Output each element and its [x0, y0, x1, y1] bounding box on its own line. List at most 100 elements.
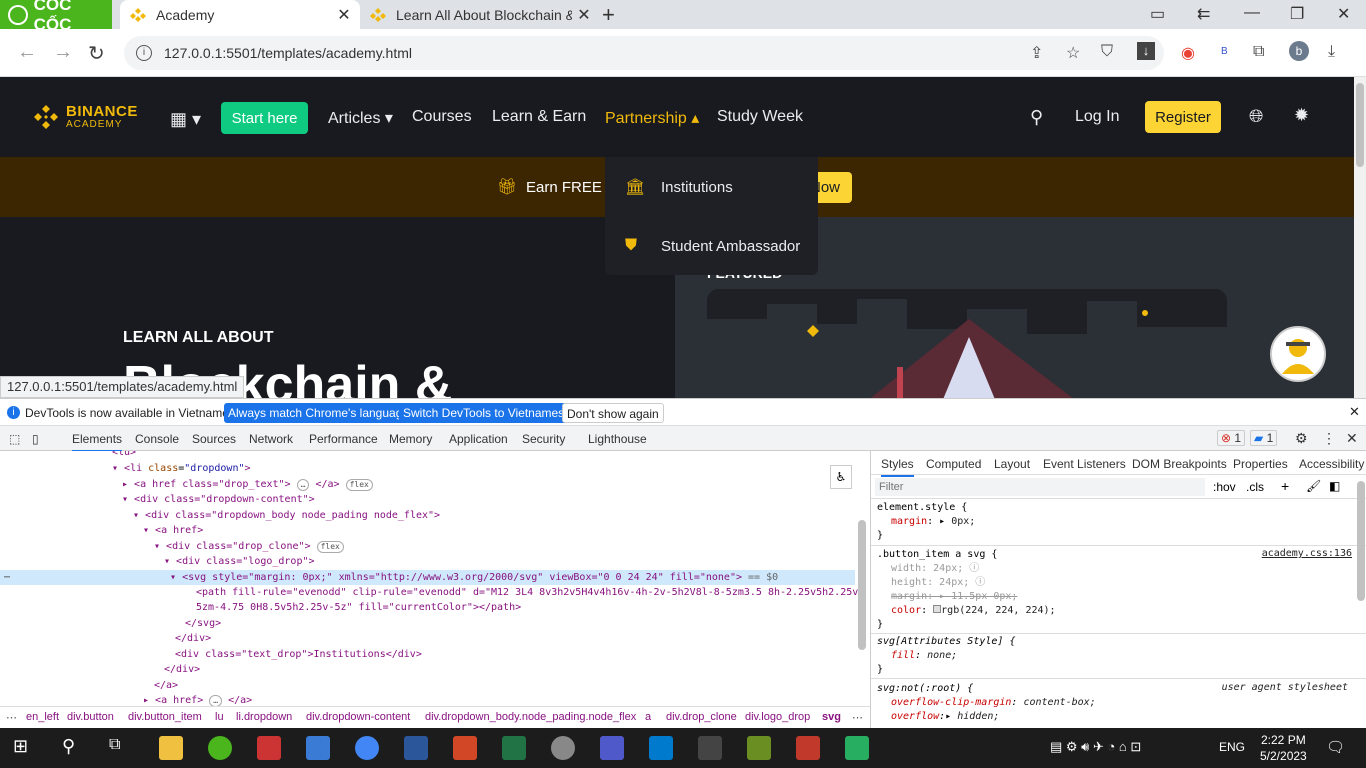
- tab-dom-breakpoints[interactable]: DOM Breakpoints: [1132, 457, 1227, 471]
- dom-node[interactable]: ▾ <li class="dropdown">: [112, 461, 251, 476]
- scrollbar-thumb[interactable]: [1356, 83, 1364, 167]
- tab-learn-blockchain[interactable]: Learn All About Blockchain & ✕: [364, 0, 600, 29]
- infobar-close-icon[interactable]: ✕: [1349, 404, 1360, 420]
- powerpoint-taskbar-icon[interactable]: [453, 736, 477, 760]
- vscode-taskbar-icon[interactable]: [649, 736, 673, 760]
- breadcrumb-more[interactable]: ⋯: [852, 711, 863, 724]
- app-taskbar-icon[interactable]: [257, 736, 281, 760]
- binance-academy-logo[interactable]: BINANCE ACADEMY: [32, 103, 138, 131]
- tab-lighthouse[interactable]: Lighthouse: [588, 432, 647, 446]
- match-language-button[interactable]: Always match Chrome's language: [224, 403, 414, 423]
- tab-console[interactable]: Console: [135, 432, 179, 446]
- breadcrumb-item[interactable]: div.dropdown_body.node_pading.node_flex: [425, 711, 636, 723]
- devc-taskbar-icon[interactable]: [698, 736, 722, 760]
- dom-node-selected[interactable]: ⋯ ▾ <svg style="margin: 0px;" xmlns="http…: [0, 570, 855, 585]
- dom-node[interactable]: 5zm-4.75 0H8.5v5h2.25v-5z" fill="current…: [196, 600, 521, 615]
- tab-search-icon[interactable]: ▭: [1150, 4, 1165, 24]
- tab-computed[interactable]: Computed: [926, 457, 981, 471]
- tab-layout[interactable]: Layout: [994, 457, 1030, 471]
- nav-articles[interactable]: Articles ▾: [328, 108, 393, 128]
- class-toggle[interactable]: .cls: [1246, 480, 1264, 494]
- tab-accessibility[interactable]: Accessibility: [1299, 457, 1364, 471]
- dom-node[interactable]: ▾ <a href>: [143, 523, 203, 538]
- style-declaration[interactable]: width: 24px; ⓘ: [891, 562, 979, 576]
- window-close-icon[interactable]: ✕: [1337, 4, 1350, 24]
- switch-language-button[interactable]: Switch DevTools to Vietnamese: [399, 403, 575, 423]
- tab-elements[interactable]: Elements: [72, 432, 123, 452]
- paint-icon[interactable]: 🖌︎: [1306, 479, 1321, 493]
- taskbar-search-icon[interactable]: ⚲: [62, 736, 86, 760]
- dom-node[interactable]: </div>: [164, 662, 200, 677]
- nav-courses[interactable]: Courses: [412, 108, 472, 126]
- system-clock[interactable]: 2:22 PM 5/2/2023: [1260, 732, 1307, 764]
- tab-academy[interactable]: Academy ✕: [120, 0, 360, 29]
- dom-node[interactable]: ▸ <a href class="drop_text"> … </a> flex: [122, 477, 373, 492]
- dom-node[interactable]: ▾ <div class="drop_clone"> flex: [154, 539, 344, 554]
- paint-taskbar-icon[interactable]: [306, 736, 330, 760]
- nav-partnership[interactable]: Partnership ▴: [605, 108, 699, 128]
- download-box-icon[interactable]: ↓: [1137, 42, 1155, 60]
- extensions-puzzle-icon[interactable]: ⧉: [1253, 43, 1264, 61]
- app2-taskbar-icon[interactable]: [551, 736, 575, 760]
- downloads-icon[interactable]: ⤓: [1328, 43, 1335, 61]
- bookmark-star-icon[interactable]: ☆: [1066, 43, 1080, 63]
- device-toolbar-icon[interactable]: ▯: [32, 432, 39, 446]
- nav-study-week[interactable]: Study Week: [717, 108, 803, 126]
- windows-start-icon[interactable]: ⊞: [13, 736, 37, 760]
- tab-application[interactable]: Application: [449, 432, 508, 446]
- errors-badge[interactable]: ⊗ 1: [1217, 430, 1246, 446]
- site-info-icon[interactable]: i: [136, 45, 152, 61]
- back-tabs-icon[interactable]: ⇇: [1197, 4, 1210, 24]
- color-swatch[interactable]: [933, 605, 942, 613]
- language-indicator[interactable]: ENG: [1219, 740, 1245, 754]
- tab-properties[interactable]: Properties: [1233, 457, 1288, 471]
- dom-node[interactable]: ▾ <div class="dropdown_body node_pading …: [133, 508, 440, 523]
- breadcrumb-item[interactable]: div.logo_drop: [745, 711, 810, 723]
- breadcrumb-item[interactable]: div.dropdown-content: [306, 711, 410, 723]
- tray-icons[interactable]: ▤ ⚙ 🔊︎ ✈ ◔ ⌂ ⊡: [1050, 739, 1141, 755]
- devtools-settings-icon[interactable]: ⚙: [1295, 430, 1308, 447]
- app5-taskbar-icon[interactable]: [845, 736, 869, 760]
- share-icon[interactable]: ⇪: [1030, 43, 1043, 63]
- dom-node[interactable]: <lu>: [112, 451, 136, 460]
- close-tab-icon[interactable]: ✕: [332, 5, 356, 25]
- app3-taskbar-icon[interactable]: [747, 736, 771, 760]
- new-rule-icon[interactable]: +: [1281, 478, 1289, 494]
- accessibility-tree-icon[interactable]: ♿︎: [830, 465, 852, 489]
- style-declaration-overridden[interactable]: margin: ▸ 11.5px 0px;: [891, 590, 1017, 604]
- tab-security[interactable]: Security: [522, 432, 565, 446]
- reload-icon[interactable]: ↻: [88, 41, 105, 66]
- devtools-more-icon[interactable]: ⋮: [1322, 430, 1336, 447]
- notifications-icon[interactable]: 🗨︎: [1326, 738, 1345, 756]
- elements-scrollbar[interactable]: [858, 520, 866, 650]
- breadcrumb-item[interactable]: div.drop_clone: [666, 711, 737, 723]
- dom-node[interactable]: ▸ <a href> … </a>: [143, 693, 252, 706]
- styles-filter-input[interactable]: [875, 478, 1205, 496]
- breadcrumb-item[interactable]: lu: [215, 711, 224, 723]
- dont-show-again-button[interactable]: Don't show again: [562, 403, 664, 423]
- style-declaration[interactable]: color: rgb(224, 224, 224);: [891, 604, 1056, 618]
- excel-taskbar-icon[interactable]: [502, 736, 526, 760]
- tab-memory[interactable]: Memory: [389, 432, 432, 446]
- styles-scrollbar[interactable]: [1357, 481, 1365, 601]
- coccoc-taskbar-icon[interactable]: [208, 736, 232, 760]
- page-scrollbar[interactable]: [1354, 77, 1366, 398]
- address-input[interactable]: i 127.0.0.1:5501/templates/academy.html: [124, 36, 1164, 70]
- dom-node[interactable]: ▾ <div class="logo_drop">: [164, 554, 315, 569]
- breadcrumb-item[interactable]: en_left: [26, 711, 59, 723]
- coccoc-menu-button[interactable]: CỐC CỐC: [0, 0, 112, 34]
- flex-pill[interactable]: flex: [345, 479, 373, 491]
- breadcrumb-item-current[interactable]: svg: [822, 711, 841, 723]
- breadcrumb-item[interactable]: a: [645, 711, 651, 723]
- dom-node[interactable]: <div class="text_drop">Institutions</div…: [175, 647, 422, 662]
- dom-node[interactable]: </a>: [154, 678, 178, 693]
- theme-toggle-icon[interactable]: ✹: [1294, 105, 1309, 126]
- devtools-close-icon[interactable]: ✕: [1346, 430, 1358, 447]
- chrome-taskbar-icon[interactable]: [355, 736, 379, 760]
- nav-learn-earn[interactable]: Learn & Earn: [492, 108, 586, 126]
- forward-icon[interactable]: →: [53, 41, 73, 64]
- support-avatar-button[interactable]: [1270, 326, 1326, 382]
- dropdown-item-institutions[interactable]: 🏛︎ Institutions: [605, 161, 818, 213]
- close-tab-icon[interactable]: ✕: [572, 5, 596, 25]
- word-taskbar-icon[interactable]: [404, 736, 428, 760]
